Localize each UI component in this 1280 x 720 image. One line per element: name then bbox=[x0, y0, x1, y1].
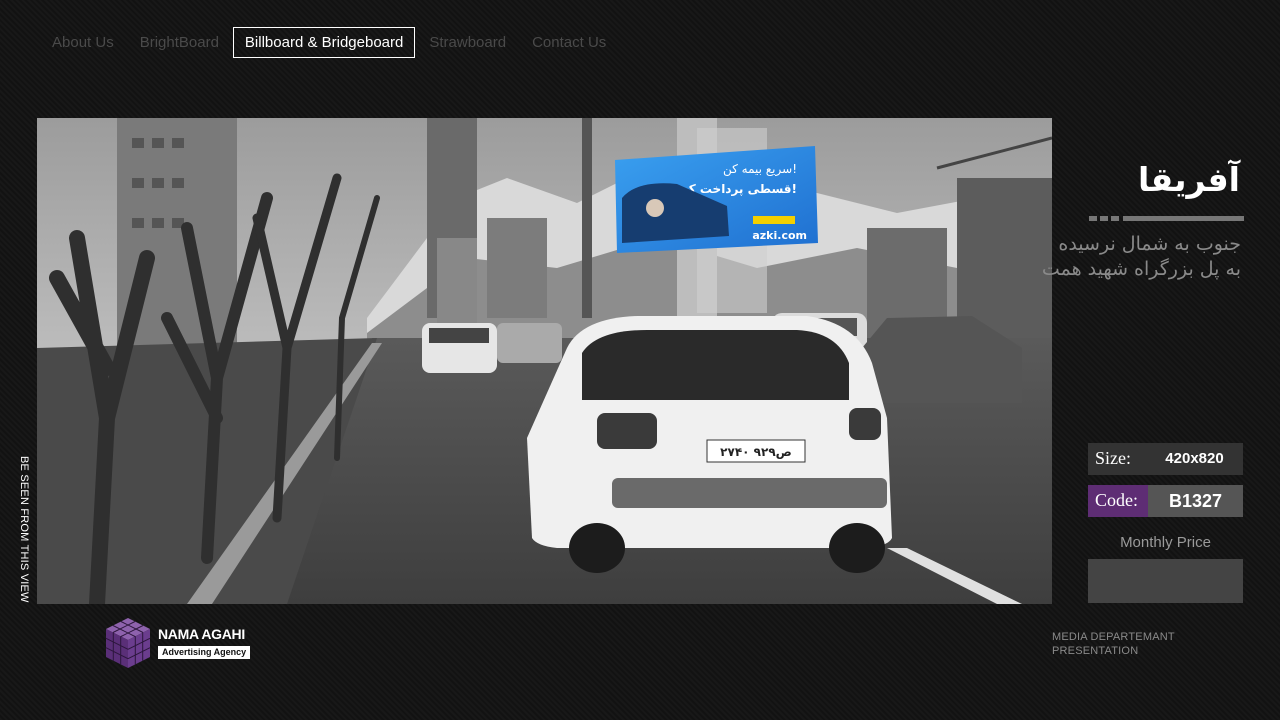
code-value: B1327 bbox=[1148, 485, 1243, 517]
brand-logo: NAMA AGAHI Advertising Agency bbox=[104, 616, 251, 670]
cube-logo-icon bbox=[105, 618, 151, 668]
department-line1: MEDIA DEPARTEMANT bbox=[1052, 631, 1175, 643]
billboard-ad: سریع بیمه کن! قسطی پرداخت کن! azki.com bbox=[615, 146, 818, 253]
brand-name: NAMA AGAHI bbox=[158, 626, 245, 642]
nav-contact-us[interactable]: Contact Us bbox=[520, 27, 618, 58]
billboard-photo: سریع بیمه کن! قسطی پرداخت کن! azki.com ۲… bbox=[37, 118, 1052, 604]
location-subtitle: جنوب به شمال نرسیده به پل بزرگراه شهید ه… bbox=[1041, 233, 1241, 280]
size-value: 420x820 bbox=[1146, 443, 1243, 475]
top-nav: About Us BrightBoard Billboard & Bridgeb… bbox=[40, 27, 620, 58]
monthly-price-label: Monthly Price bbox=[1120, 534, 1211, 551]
location-title: آفریقا bbox=[1138, 160, 1240, 199]
presentation-page: About Us BrightBoard Billboard & Bridgeb… bbox=[0, 0, 1280, 720]
billboard-ad-brand: azki.com bbox=[752, 229, 807, 242]
billboard-ad-line1: سریع بیمه کن! bbox=[723, 162, 797, 177]
nav-strawboard[interactable]: Strawboard bbox=[417, 27, 518, 58]
size-label: Size: bbox=[1088, 443, 1146, 475]
license-plate: ۲۷ص۹۲۹ ۴۰ bbox=[720, 445, 792, 459]
department-line2: PRESENTATION bbox=[1052, 645, 1139, 657]
code-label: Code: bbox=[1088, 485, 1148, 517]
street-scene-image: سریع بیمه کن! قسطی پرداخت کن! azki.com ۲… bbox=[37, 118, 1052, 604]
nav-billboard-bridgeboard[interactable]: Billboard & Bridgeboard bbox=[232, 27, 416, 58]
brand-tagline: Advertising Agency bbox=[158, 646, 251, 659]
view-caption: BE SEEN FROM THIS VIEW bbox=[18, 456, 30, 603]
nav-about-us[interactable]: About Us bbox=[40, 27, 126, 58]
title-divider bbox=[1089, 216, 1244, 221]
monthly-price-value bbox=[1088, 559, 1243, 603]
code-row: Code: B1327 bbox=[1088, 485, 1243, 517]
department-label: MEDIA DEPARTEMANT PRESENTATION bbox=[1052, 630, 1175, 658]
nav-brightboard[interactable]: BrightBoard bbox=[128, 27, 231, 58]
size-row: Size: 420x820 bbox=[1088, 443, 1243, 475]
